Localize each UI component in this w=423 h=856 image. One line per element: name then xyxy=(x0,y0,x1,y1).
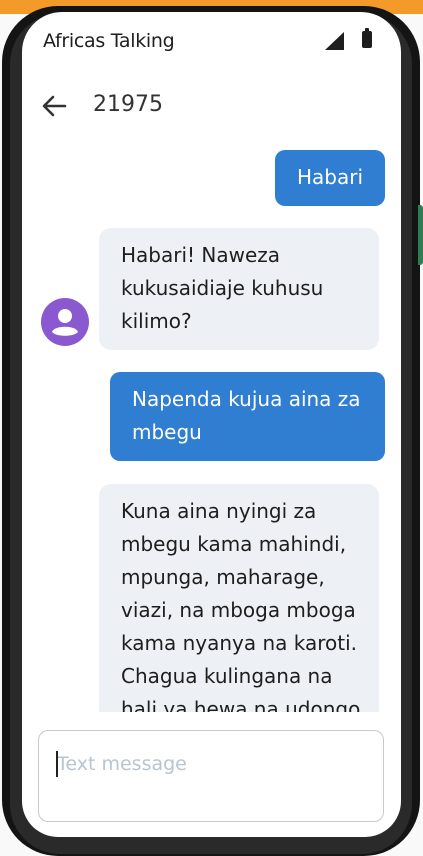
text-cursor xyxy=(56,751,58,777)
status-bar: Africas Talking xyxy=(22,12,401,68)
carrier-name: Africas Talking xyxy=(43,30,175,52)
message-bubble-outgoing: Napenda kujua aina za mbegu xyxy=(110,372,385,461)
avatar-icon xyxy=(41,298,89,346)
message-bubble-incoming: Habari! Naweza kukusaidiaje kuhusu kilim… xyxy=(99,228,379,350)
contact-title: 21975 xyxy=(93,92,163,117)
signal-icon xyxy=(325,32,344,50)
side-tab xyxy=(418,205,423,265)
text-message-input[interactable] xyxy=(53,747,357,781)
battery-icon xyxy=(362,28,372,48)
message-bubble-incoming: Kuna aina nyingi za mbegu kama mahindi, … xyxy=(99,484,379,712)
arrow-left-icon[interactable] xyxy=(38,90,70,122)
phone-screen: Habari Habari! Naweza kukusaidiaje kuhus… xyxy=(22,12,401,837)
message-bubble-outgoing: Habari xyxy=(275,150,385,206)
message-composer[interactable] xyxy=(38,730,384,822)
conversation-header: 21975 xyxy=(22,82,401,132)
